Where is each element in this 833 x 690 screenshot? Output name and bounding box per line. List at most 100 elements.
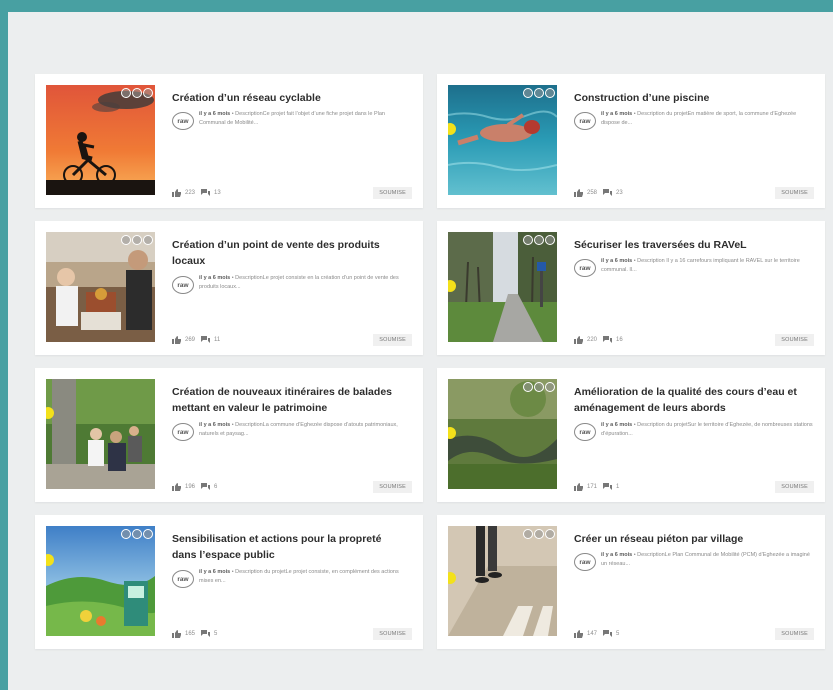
project-thumbnail[interactable] [448, 232, 557, 342]
badge-icon [523, 529, 533, 539]
badge-group [523, 235, 555, 245]
thumbs-up-icon[interactable] [574, 630, 583, 638]
comments-icon[interactable] [603, 336, 613, 344]
likes-count: 196 [185, 484, 196, 490]
badge-icon [534, 529, 544, 539]
project-meta: raw il y a 6 mois • DescriptionLa commun… [172, 421, 417, 447]
comments-count: 13 [214, 190, 221, 196]
thumbs-up-icon[interactable] [172, 483, 181, 491]
status-badge: SOUMISE [775, 187, 814, 199]
badge-icon [523, 235, 533, 245]
project-title[interactable]: Sécuriser les traversées du RAVeL [574, 237, 799, 253]
badge-icon [143, 88, 153, 98]
badge-group [523, 88, 555, 98]
project-age: il y a 6 mois [199, 422, 231, 428]
project-excerpt: il y a 6 mois • Description du projetLe … [199, 569, 399, 584]
project-thumbnail[interactable] [46, 379, 155, 489]
project-thumbnail[interactable] [46, 232, 155, 342]
badge-group [523, 529, 555, 539]
comments-icon[interactable] [201, 189, 211, 197]
project-age: il y a 6 mois [199, 569, 231, 575]
project-stats: 171 1 [574, 483, 625, 491]
project-card[interactable]: Construction d’une piscine raw il y a 6 … [437, 74, 825, 208]
project-thumbnail[interactable] [46, 526, 155, 636]
project-excerpt: il y a 6 mois • Description du projetSur… [601, 422, 813, 437]
project-title[interactable]: Création de nouveaux itinéraires de bala… [172, 384, 397, 416]
comments-count: 16 [616, 337, 623, 343]
thumbs-up-icon[interactable] [574, 336, 583, 344]
status-badge: SOUMISE [373, 187, 412, 199]
project-card[interactable]: Créer un réseau piéton par village raw i… [437, 515, 825, 649]
comments-icon[interactable] [201, 483, 211, 491]
likes-count: 220 [587, 337, 598, 343]
project-excerpt: il y a 6 mois • DescriptionLe projet con… [199, 275, 399, 290]
author-logo: raw [172, 276, 194, 294]
project-card[interactable]: Amélioration de la qualité des cours d’e… [437, 368, 825, 502]
project-stats: 223 13 [172, 189, 227, 197]
badge-icon [523, 382, 533, 392]
badge-icon [545, 235, 555, 245]
project-stats: 165 5 [172, 630, 223, 638]
comments-icon[interactable] [201, 336, 211, 344]
thumbs-up-icon[interactable] [172, 630, 181, 638]
comments-icon[interactable] [603, 189, 613, 197]
project-title[interactable]: Création d’un réseau cyclable [172, 90, 397, 106]
status-badge: SOUMISE [775, 628, 814, 640]
status-badge: SOUMISE [373, 481, 412, 493]
project-age: il y a 6 mois [199, 111, 231, 117]
likes-count: 165 [185, 631, 196, 637]
project-thumbnail[interactable] [46, 85, 155, 195]
author-logo: raw [574, 112, 596, 130]
badge-group [523, 382, 555, 392]
badge-icon [534, 88, 544, 98]
comments-count: 1 [616, 484, 620, 490]
market-stall-image [46, 232, 155, 342]
ravel-path-image [448, 232, 557, 342]
project-excerpt: il y a 6 mois • Description du projetEn … [601, 111, 797, 126]
project-meta: raw il y a 6 mois • DescriptionLe projet… [172, 274, 417, 300]
project-title[interactable]: Construction d’une piscine [574, 90, 799, 106]
project-grid: Création d’un réseau cyclable raw il y a… [35, 74, 825, 649]
thumbs-up-icon[interactable] [172, 336, 181, 344]
project-card[interactable]: Sensibilisation et actions pour la propr… [35, 515, 423, 649]
comments-icon[interactable] [603, 630, 613, 638]
comments-icon[interactable] [201, 630, 211, 638]
project-card[interactable]: Création d’un réseau cyclable raw il y a… [35, 74, 423, 208]
project-title[interactable]: Création d’un point de vente des produit… [172, 237, 397, 269]
project-meta: raw il y a 6 mois • Description du proje… [574, 110, 819, 136]
status-badge: SOUMISE [775, 481, 814, 493]
badge-group [121, 235, 153, 245]
project-age: il y a 6 mois [601, 258, 633, 264]
project-meta: raw il y a 6 mois • Description du proje… [574, 421, 819, 447]
project-meta: raw il y a 6 mois • Description du proje… [172, 568, 417, 594]
project-thumbnail[interactable] [448, 379, 557, 489]
badge-group [121, 88, 153, 98]
project-meta: raw il y a 6 mois • DescriptionCe projet… [172, 110, 417, 136]
project-stats: 220 16 [574, 336, 629, 344]
comments-count: 23 [616, 190, 623, 196]
project-title[interactable]: Amélioration de la qualité des cours d’e… [574, 384, 799, 416]
project-title[interactable]: Créer un réseau piéton par village [574, 531, 799, 547]
author-logo: raw [172, 112, 194, 130]
project-thumbnail[interactable] [448, 526, 557, 636]
thumbs-up-icon[interactable] [574, 189, 583, 197]
author-logo: raw [574, 423, 596, 441]
clean-landscape-illustration [46, 526, 155, 636]
main-panel: Création d’un réseau cyclable raw il y a… [8, 12, 833, 690]
project-description: DescriptionLe Plan Communal de Mobilité … [601, 552, 810, 567]
thumbs-up-icon[interactable] [172, 189, 181, 197]
project-title[interactable]: Sensibilisation et actions pour la propr… [172, 531, 397, 563]
project-age: il y a 6 mois [601, 552, 633, 558]
project-card[interactable]: Création de nouveaux itinéraires de bala… [35, 368, 423, 502]
comments-icon[interactable] [603, 483, 613, 491]
cyclist-sunset-image [46, 85, 155, 195]
badge-icon [121, 88, 131, 98]
thumbs-up-icon[interactable] [574, 483, 583, 491]
badge-icon [534, 382, 544, 392]
project-card[interactable]: Création d’un point de vente des produit… [35, 221, 423, 355]
likes-count: 258 [587, 190, 598, 196]
project-thumbnail[interactable] [448, 85, 557, 195]
badge-icon [545, 529, 555, 539]
project-card[interactable]: Sécuriser les traversées du RAVeL raw il… [437, 221, 825, 355]
author-logo: raw [574, 259, 596, 277]
